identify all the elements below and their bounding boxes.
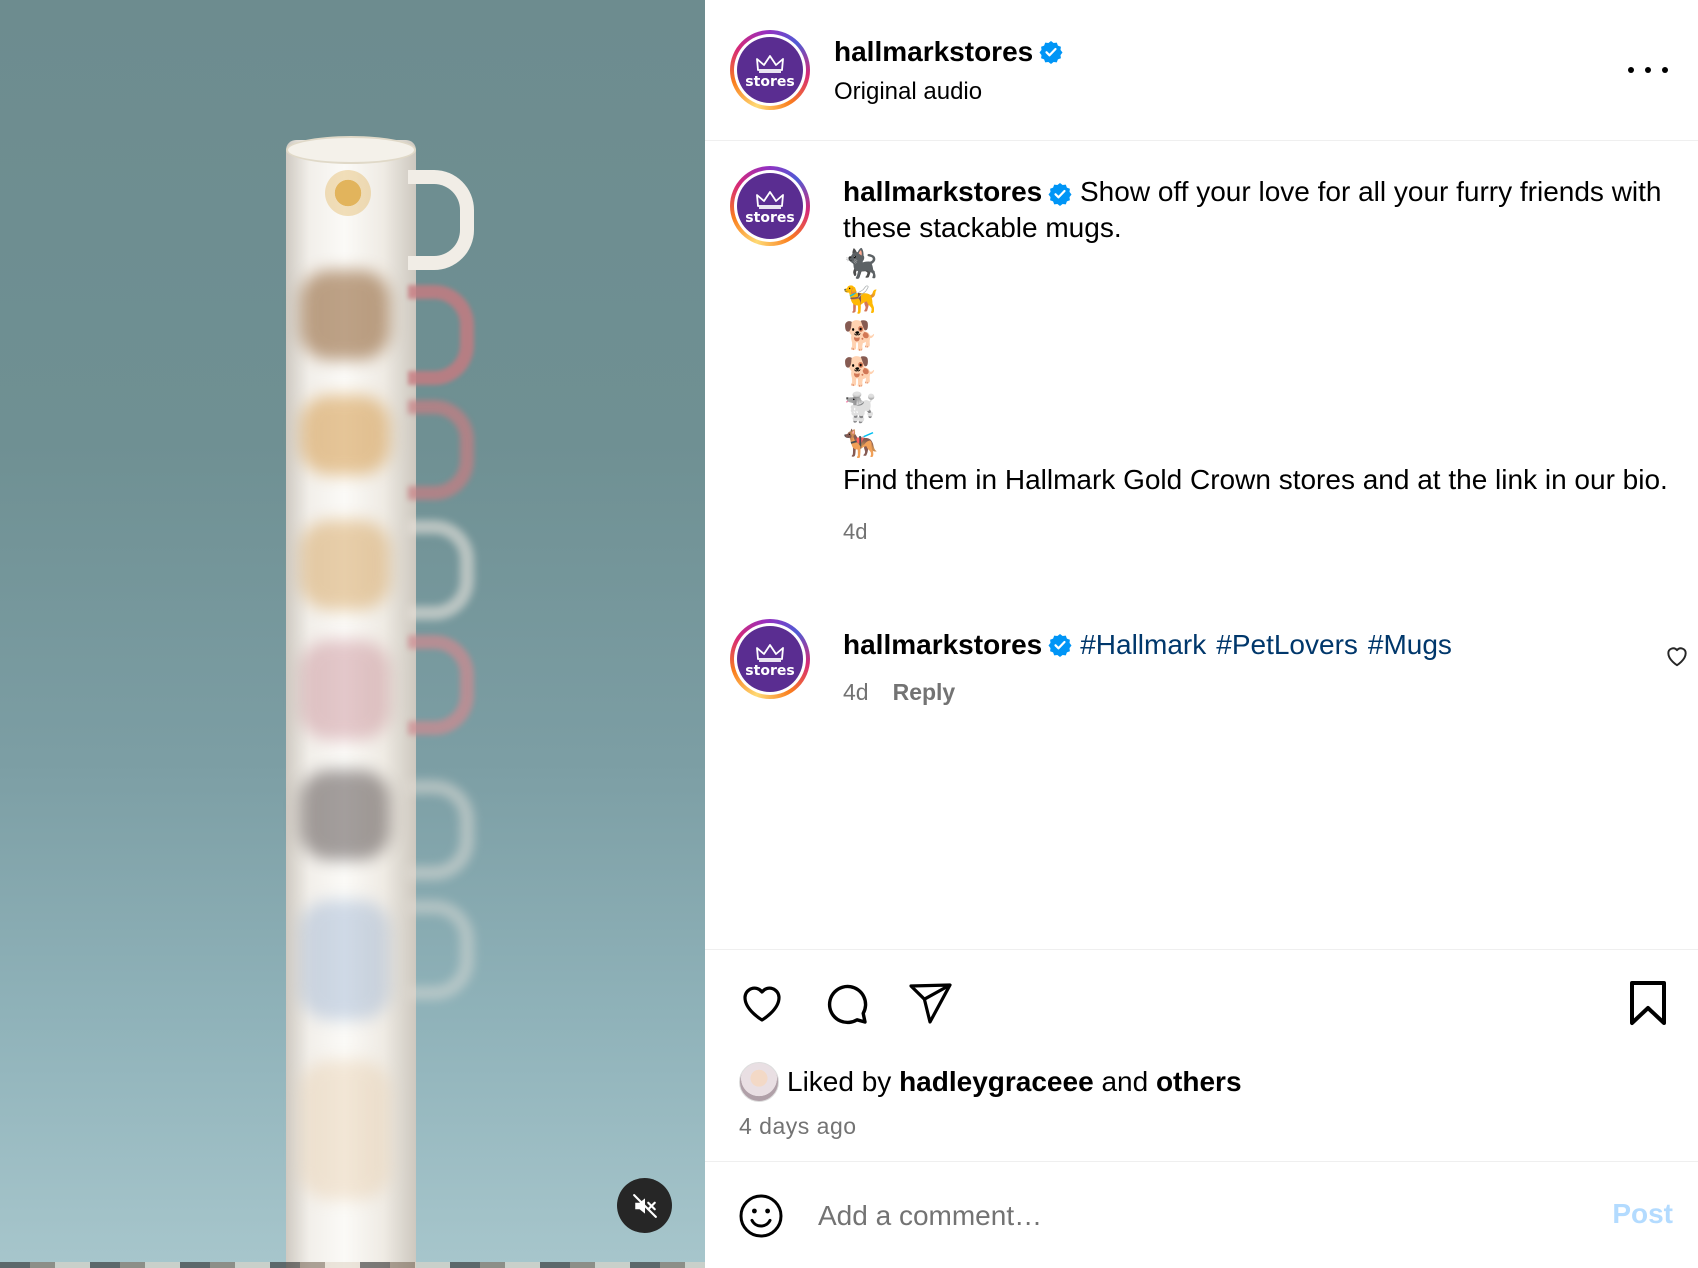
reply-button[interactable]: Reply [893,679,956,706]
caption-username[interactable]: hallmarkstores [843,176,1042,207]
paper-plane-icon [909,983,952,1024]
action-buttons [737,978,955,1028]
heart-icon [1667,647,1687,667]
crown-icon [756,190,784,209]
avatar-label: stores [745,209,795,226]
likes-summary: Liked by hadleygraceee and others [739,1062,1242,1102]
blur-mug [300,640,390,740]
avatar-gap: stores [734,170,806,242]
emoji-line: 🐈‍⬛ [843,246,1673,282]
post-timestamp[interactable]: 4 days ago [739,1113,857,1140]
avatar: stores [737,173,803,239]
mute-toggle-button[interactable] [617,1178,672,1233]
save-button[interactable] [1623,978,1673,1028]
comment-item: stores hallmarkstores #Hallmark #PetLove… [730,619,1690,719]
mug-handle [408,635,474,735]
post-video[interactable] [0,0,705,1268]
emoji-line: 🐕‍🦺 [843,426,1673,462]
comment-like-button[interactable] [1664,643,1690,674]
blur-dog [300,395,390,475]
blur-blue-mug [300,900,390,1020]
post-header: stores hallmarkstores Original audio [705,0,1698,141]
verified-badge-icon [1048,634,1072,657]
avatar: stores [737,626,803,692]
caption-timestamp[interactable]: 4d [843,514,1673,550]
emoji-line: 🦮 [843,282,1673,318]
mug-handle [408,400,474,500]
liker-avatar[interactable] [739,1062,779,1102]
comment-input[interactable] [818,1192,1518,1240]
crown-icon [756,54,784,73]
emoji-line: 🐕 [843,318,1673,354]
more-dot-icon [1628,67,1634,73]
likes-others-link[interactable]: others [1156,1066,1242,1098]
crown-icon [756,643,784,662]
dog-emoji: 🐕 [843,319,878,352]
avatar-label: stores [745,662,795,679]
share-button[interactable] [905,978,955,1028]
blur-black-dog [300,770,390,860]
heart-icon [743,986,781,1022]
post-details-panel: stores hallmarkstores Original audio sto… [705,0,1698,1268]
comment-username[interactable]: hallmarkstores [843,627,1042,663]
blur-tan-mug [300,1060,390,1200]
poodle-emoji: 🐩 [843,391,878,424]
mug-handle [408,900,474,1000]
mug-handle [408,170,474,270]
emoji-picker-button[interactable] [737,1192,785,1240]
more-options-button[interactable] [1628,58,1668,82]
comment-button[interactable] [821,978,871,1028]
comment-bubble-icon [827,984,868,1025]
blur-cat [300,270,390,360]
mug-handle [408,285,474,385]
more-dot-icon [1645,67,1651,73]
avatar-gap: stores [734,34,806,106]
liked-by-connector: and [1101,1066,1149,1097]
speaker-muted-icon [632,1193,657,1218]
service-dog-emoji: 🐕‍🦺 [843,427,878,460]
header-username-row: hallmarkstores [834,36,1063,68]
comment-timestamp[interactable]: 4d [843,679,869,706]
post-username[interactable]: hallmarkstores [834,36,1033,68]
verified-badge-icon [1039,41,1063,64]
verified-badge-icon [1048,182,1072,206]
avatar: stores [737,37,803,103]
audio-link[interactable]: Original audio [834,78,982,106]
avatar-gap: stores [734,623,806,695]
sun-motif [325,170,371,216]
hashtag-link[interactable]: #PetLovers [1216,627,1358,663]
comment-text: hallmarkstores #Hallmark #PetLovers #Mug… [843,627,1462,663]
story-ring[interactable]: stores [730,30,810,110]
liker-username[interactable]: hadleygraceee [899,1066,1094,1098]
caption-avatar-ring[interactable]: stores [730,166,810,246]
caption-body-2: Find them in Hallmark Gold Crown stores … [843,464,1668,495]
caption-text: hallmarkstores Show off your love for al… [843,174,1673,550]
avatar-label: stores [745,73,795,90]
smiley-icon [739,1194,783,1238]
liked-by-prefix: Liked by [787,1066,892,1097]
emoji-line: 🐩 [843,390,1673,426]
emoji-line: 🐕 [843,354,1673,390]
blur-dog-2 [300,520,390,610]
like-button[interactable] [737,978,787,1028]
comment-meta: 4d Reply [843,679,955,706]
post-comment-button[interactable]: Post [1612,1198,1673,1230]
comment-avatar-ring[interactable]: stores [730,619,810,699]
dog-emoji: 🐕 [843,355,878,388]
mug-rim [286,136,416,164]
more-dot-icon [1662,67,1668,73]
comment-composer: Post [705,1161,1698,1268]
hashtag-link[interactable]: #Hallmark [1080,627,1206,663]
black-cat-emoji: 🐈‍⬛ [843,247,878,280]
mug-handle [408,780,474,880]
hashtag-link[interactable]: #Mugs [1368,627,1452,663]
guide-dog-emoji: 🦮 [843,283,878,316]
bookmark-icon [1630,981,1666,1025]
post-actions: Liked by hadleygraceee and others 4 days… [705,949,1698,1164]
mug-handle [408,520,474,620]
